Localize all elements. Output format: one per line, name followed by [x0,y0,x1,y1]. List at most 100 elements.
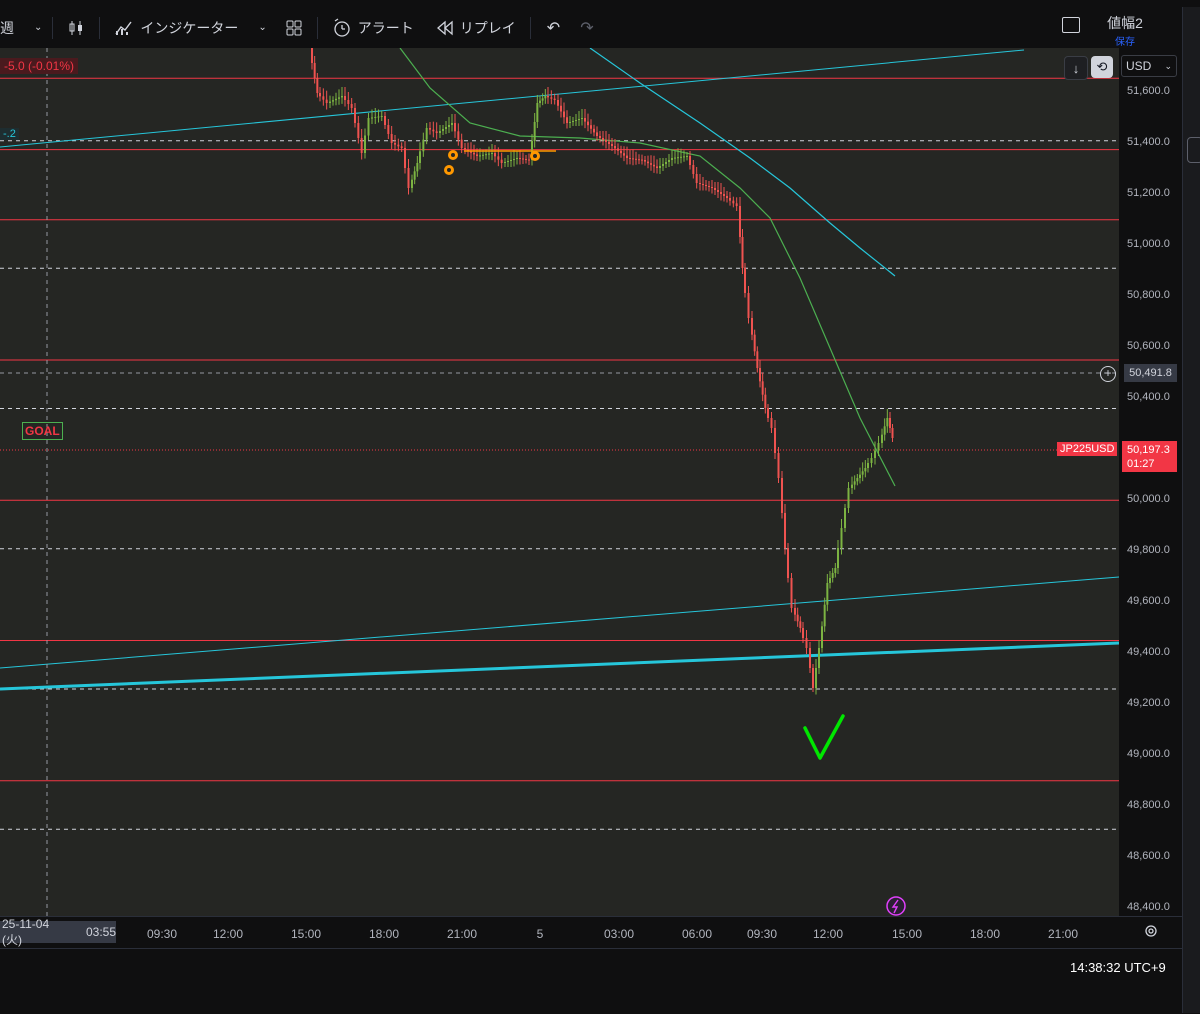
toolbar-divider [529,16,531,39]
redo-button[interactable]: ↷ [580,18,593,38]
candle-body [313,63,316,78]
auto-scale-button[interactable]: ⟲ [1091,56,1113,78]
fullscreen-button[interactable] [1062,17,1080,33]
price-tick-label: 48,400.0 [1127,901,1170,913]
candle-body [864,468,867,472]
candle-body [799,621,802,628]
time-axis[interactable]: 25-11-04 (火) 03:55 09:30 12:00 15:00 18:00 2… [0,916,1182,949]
candle-body [578,119,580,120]
chart-settings-button[interactable] [1143,923,1159,944]
time-tick-label: 21:00 [446,927,478,941]
candle-body [859,474,861,478]
indicators-button[interactable]: インジケーター ⌄ [114,18,267,38]
currency-selector[interactable]: USD ⌄ [1121,55,1177,77]
candle-body [522,158,524,160]
candle-body [635,158,637,160]
time-tick-label: 18:00 [969,927,1001,941]
candle-body [729,198,731,201]
candle-body [861,471,864,475]
right-side-panel [1182,7,1200,1013]
candle-body [587,121,589,126]
candle-body [761,381,764,395]
candle-body [877,443,880,451]
candle-body [325,99,328,103]
candle-body [756,351,759,368]
time-tick-label: 03:00 [603,927,635,941]
alarm-marker-icon[interactable] [448,150,458,160]
candle-body [891,428,894,438]
candle-body [620,150,622,154]
candle-body [794,608,796,615]
candle-body [476,154,478,156]
candle-body [840,528,843,548]
price-tick-label: 49,200.0 [1127,697,1170,709]
upper-trendline[interactable] [0,49,1025,148]
candle-body [341,96,343,98]
candle-body [448,125,450,127]
candle-body [599,136,601,138]
candle-body [397,144,400,147]
price-axis[interactable]: USD ⌄ 51,600.0 51,400.0 51,200.0 51,000.0 50… [1119,48,1182,916]
candle-body [847,488,850,508]
timeframe-selector[interactable]: 週 ⌄ [0,18,42,38]
alarm-marker-icon[interactable] [530,151,540,161]
candle-body [689,156,691,165]
candle-body [451,123,453,125]
candle-body [350,104,353,108]
candle-body [497,156,500,160]
candle-body [805,638,808,648]
undo-button[interactable]: ↶ [547,18,560,38]
candle-body [692,165,695,174]
candle-body [584,118,586,122]
replay-button[interactable]: リプレイ [436,18,516,38]
candle-body [550,97,553,99]
lower-trendline-thick[interactable] [0,641,1119,691]
candle-body [714,188,716,190]
chart-type-button[interactable] [67,19,85,37]
candle-body [387,125,390,134]
candle-body [723,194,725,196]
timeframe-label: 週 [0,19,14,36]
candle-body [653,164,655,167]
layout-name-group[interactable]: 値幅2 保存 [1105,13,1145,48]
candle-body [329,101,331,103]
alarm-marker-icon[interactable] [444,165,454,175]
candle-body [413,171,416,180]
goal-label[interactable]: GOAL [22,422,63,440]
candle-body [674,157,676,159]
candle-body [650,163,652,165]
time-tick-label: 09:30 [146,927,178,941]
alert-button[interactable]: アラート [332,17,414,38]
candle-body [536,103,539,122]
clock[interactable]: 14:38:32 UTC+9 [1070,960,1166,975]
candle-body [504,162,506,163]
candle-body [741,237,744,268]
candle-body [683,156,685,158]
candle-body [519,158,521,159]
candle-body [394,143,396,145]
candle-body [374,117,377,118]
candle-body [823,604,826,627]
layout-name: 値幅2 [1107,15,1143,31]
lightning-event-icon[interactable] [886,896,906,916]
candle-body [665,162,667,164]
candle-body [516,158,518,159]
candle-body [605,140,607,142]
panel-button[interactable] [1187,137,1200,163]
crosshair-price-label: 50,491.8 [1124,364,1177,382]
scroll-down-button[interactable]: ↓ [1064,56,1088,80]
time-tick-label: 15:00 [891,927,923,941]
price-tick-label: 48,600.0 [1127,850,1170,862]
current-price-label: 50,197.3 01:27 [1122,441,1177,472]
lower-trendline-thin[interactable] [0,576,1119,669]
time-tick-label: 18:00 [368,927,400,941]
candle-body [602,138,604,140]
layouts-button[interactable] [285,19,303,37]
top-toolbar: 週 ⌄ インジケーター ⌄ アラート リプレイ ↶ ↷ 値幅2 保存 [0,7,1200,49]
candle-body [485,154,487,156]
add-alert-plus-icon[interactable]: + [1100,366,1116,382]
chart-canvas[interactable]: -5.0 (-0.01%) -.2 GOAL ↓ ⟲ [0,48,1119,916]
candle-body [821,626,823,648]
check-mark-drawing[interactable] [803,714,845,760]
price-tick-label: 50,600.0 [1127,340,1170,352]
